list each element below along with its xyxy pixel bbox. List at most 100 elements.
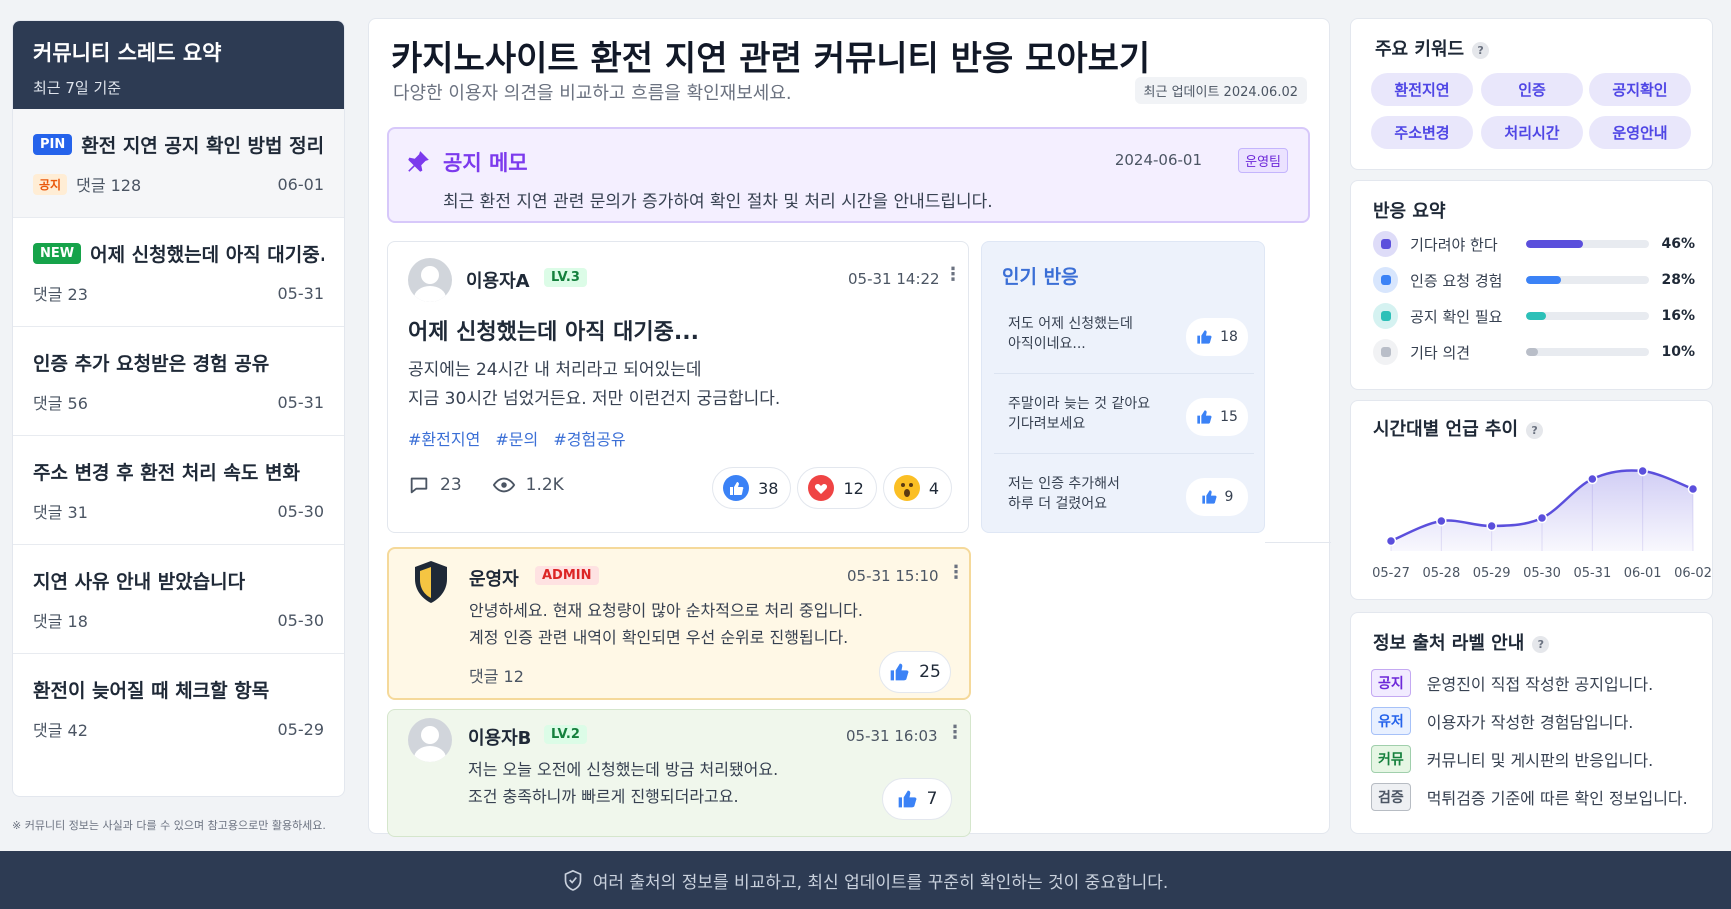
tag-link[interactable]: #문의 [495, 430, 538, 449]
thread-summary-panel: 커뮤니티 스레드 요약 최근 7일 기준 PIN 환전 지연 공지 확인 방법 정… [12, 20, 345, 797]
more-options-icon[interactable]: ⋮ [944, 264, 962, 285]
trend-point [1587, 473, 1598, 485]
response-label: 인증 요청 경험 [1410, 271, 1503, 290]
source-desc: 운영진이 직접 작성한 공지입니다. [1426, 675, 1654, 694]
source-labels-title: 정보 출처 라벨 안내? [1373, 629, 1550, 655]
tag-link[interactable]: #환전지연 [408, 430, 480, 449]
popular-like-count: 9 [1224, 489, 1234, 505]
response-pct: 16% [1661, 308, 1695, 324]
thumbs-up-icon [898, 790, 917, 808]
footer-bar: 여러 출처의 정보를 비교하고, 최신 업데이트를 꾸준히 확인하는 것이 중요… [0, 851, 1731, 909]
response-pct: 28% [1661, 272, 1695, 288]
source-tag: 검증 [1371, 783, 1411, 811]
comment-count[interactable]: 23 [408, 474, 462, 496]
thread-item[interactable]: 지연 사유 안내 받았습니다 댓글 18 05-30 [13, 545, 344, 654]
reply-body-line: 계정 인증 관련 내역이 확인되면 우선 순위로 진행됩니다. [469, 628, 849, 647]
surprised-face-icon [893, 475, 920, 501]
wow-reaction-button[interactable]: 4 [882, 467, 952, 509]
popular-like-button[interactable]: 15 [1186, 398, 1248, 436]
popular-text: 하루 더 걸렸어요 [1008, 496, 1108, 512]
x-tick-label: 05-31 [1573, 566, 1611, 581]
source-label-row: 유저 이용자가 작성한 경험담입니다. [1371, 707, 1633, 735]
x-tick-label: 05-30 [1523, 566, 1561, 581]
thread-summary-header: 커뮤니티 스레드 요약 최근 7일 기준 [13, 21, 344, 109]
thread-date: 05-30 [277, 501, 325, 521]
popular-like-button[interactable]: 9 [1186, 478, 1248, 516]
more-options-icon[interactable]: ⋮ [947, 562, 965, 583]
pin-badge: PIN [33, 134, 73, 155]
source-label-row: 공지 운영진이 직접 작성한 공지입니다. [1371, 669, 1653, 697]
response-row: 인증 요청 경험 28% [1373, 267, 1695, 293]
user-reply: 이용자B LV.2 05-31 16:03 ⋮ 저는 오늘 오전에 신청했는데 … [387, 709, 971, 837]
thread-item[interactable]: NEW 어제 신청했는데 아직 대기중... 댓글 23 05-31 [13, 218, 344, 327]
keyword-chip[interactable]: 공지확인 [1589, 73, 1691, 106]
response-bar-fill [1525, 348, 1539, 356]
post-tags: #환전지연 #문의 #경험공유 [408, 426, 636, 450]
more-options-icon[interactable]: ⋮ [946, 722, 964, 743]
thread-date: 06-01 [277, 174, 325, 194]
keywords-panel: 주요 키워드? 환전지연 인증 공지확인 주소변경 처리시간 운영안내 [1350, 18, 1713, 170]
keyword-chip[interactable]: 처리시간 [1481, 116, 1583, 149]
reply-like-button[interactable]: 25 [879, 651, 951, 693]
response-bar-fill [1525, 276, 1561, 284]
thread-item[interactable]: 주소 변경 후 환전 처리 속도 변화 댓글 31 05-30 [13, 436, 344, 545]
thumbs-up-icon [1197, 330, 1212, 344]
trend-point [1436, 515, 1447, 527]
thread-title: 환전이 늦어질 때 체크할 항목 [33, 680, 270, 702]
reply-body-line: 안녕하세요. 현재 요청량이 많아 순차적으로 처리 중입니다. [469, 601, 863, 620]
admin-reply: 운영자 ADMIN 05-31 15:10 ⋮ 안녕하세요. 현재 요청량이 많… [387, 547, 971, 700]
reply-comments-link[interactable]: 댓글 12 [469, 663, 524, 687]
help-icon[interactable]: ? [1472, 41, 1490, 59]
popular-text: 주말이라 늦는 것 같아요 [1008, 396, 1151, 412]
thread-item[interactable]: 인증 추가 요청받은 경험 공유 댓글 56 05-31 [13, 327, 344, 436]
keyword-chip[interactable]: 환전지연 [1371, 73, 1473, 106]
x-tick-label: 05-27 [1372, 566, 1410, 581]
popular-like-button[interactable]: 18 [1186, 318, 1248, 356]
page-title: 카지노사이트 환전 지연 관련 커뮤니티 반응 모아보기 [391, 39, 1151, 79]
main-post: 이용자A LV.3 05-31 14:22 ⋮ 어제 신청했는데 아직 대기중.… [387, 241, 969, 533]
admin-badge: ADMIN [535, 566, 599, 585]
view-count: 1.2K [492, 474, 564, 496]
reply-like-count: 7 [926, 789, 938, 809]
reply-like-button[interactable]: 7 [882, 778, 952, 820]
post-body-line: 지금 30시간 넘었거든요. 저만 이런건지 궁금합니다. [408, 389, 781, 409]
post-username[interactable]: 이용자A [466, 267, 530, 293]
comment-count-value: 23 [440, 475, 462, 495]
thread-item[interactable]: 환전이 늦어질 때 체크할 항목 댓글 42 05-29 [13, 654, 344, 763]
popular-item[interactable]: 저는 인증 추가해서 하루 더 걸렸어요 9 [994, 462, 1254, 534]
avatar[interactable] [408, 718, 452, 762]
thread-date: 05-31 [277, 283, 325, 303]
thread-summary-subtitle: 최근 7일 기준 [33, 79, 122, 97]
category-dot-icon [1373, 339, 1399, 365]
keyword-chip[interactable]: 주소변경 [1371, 116, 1473, 149]
help-icon[interactable]: ? [1532, 635, 1550, 653]
keyword-chip[interactable]: 인증 [1481, 73, 1583, 106]
tag-link[interactable]: #경험공유 [553, 430, 625, 449]
heart-reaction-button[interactable]: 12 [797, 467, 877, 509]
like-reaction-button[interactable]: 38 [712, 467, 792, 509]
source-desc: 먹튀검증 기준에 따른 확인 정보입니다. [1426, 789, 1688, 808]
popular-reactions-panel: 인기 반응 저도 어제 신청했는데 아직이네요... 18 주말이라 늦는 것 같… [981, 241, 1265, 533]
response-bar [1525, 276, 1650, 284]
source-tag: 공지 [1371, 669, 1411, 697]
reply-time: 05-31 15:10 [847, 567, 939, 585]
thread-date: 05-29 [277, 719, 325, 739]
avatar[interactable] [408, 258, 452, 302]
wow-count: 4 [928, 478, 939, 498]
trend-chart-panel: 시간대별 언급 추이? 05-27 05-28 05-29 05-30 05-31 06-… [1350, 400, 1713, 600]
divider [1265, 542, 1331, 543]
new-badge: NEW [33, 243, 82, 264]
admin-username[interactable]: 운영자 [469, 565, 519, 591]
reply-username[interactable]: 이용자B [468, 724, 531, 750]
notice-memo: 공지 메모 2024-06-01 운영팀 최근 환전 지연 관련 문의가 증가하… [387, 127, 1310, 223]
keyword-chip[interactable]: 운영안내 [1589, 116, 1691, 149]
popular-item[interactable]: 주말이라 늦는 것 같아요 기다려보세요 15 [994, 382, 1254, 454]
thread-comments: 댓글 42 [33, 721, 88, 740]
response-summary-panel: 반응 요약 기다려야 한다 46% 인증 요청 경험 28% 공지 확인 필요 16% 기타… [1350, 180, 1713, 390]
thread-item-pinned[interactable]: PIN 환전 지연 공지 확인 방법 정리 공지 댓글 128 06-01 [13, 109, 344, 218]
main-content: 카지노사이트 환전 지연 관련 커뮤니티 반응 모아보기 다양한 이용자 의견을… [368, 18, 1331, 837]
thread-title: 지연 사유 안내 받았습니다 [33, 571, 246, 593]
response-bar-fill [1525, 240, 1583, 248]
popular-item[interactable]: 저도 어제 신청했는데 아직이네요... 18 [994, 302, 1254, 374]
trend-area [1391, 470, 1693, 551]
